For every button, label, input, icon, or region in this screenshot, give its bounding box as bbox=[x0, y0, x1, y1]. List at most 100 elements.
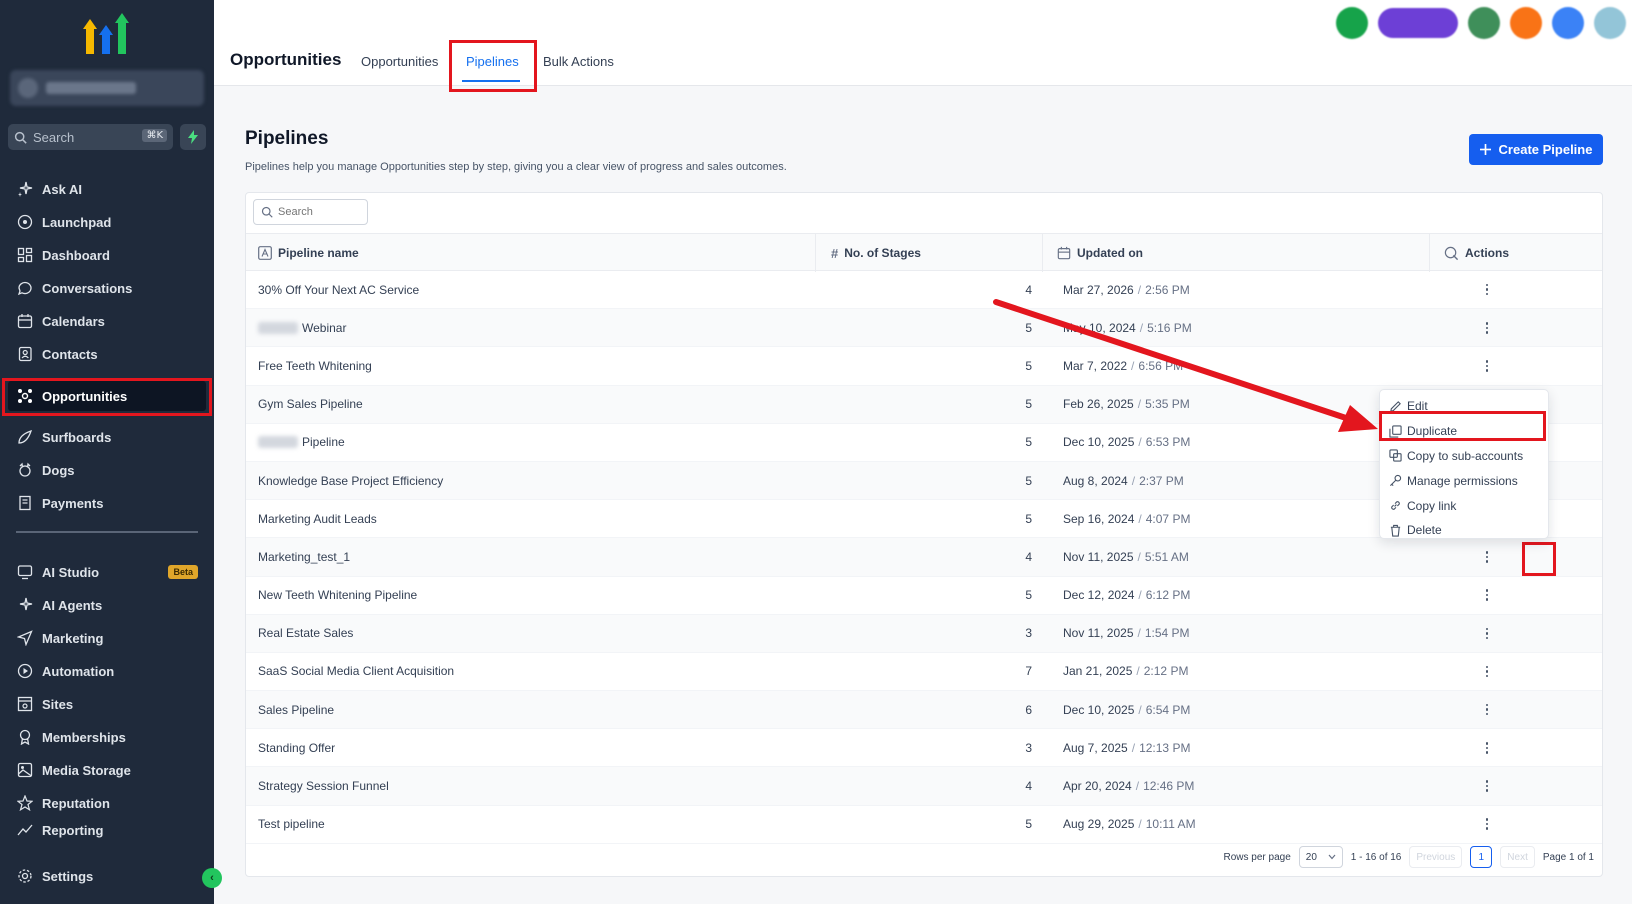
menu-item-delete[interactable]: Delete bbox=[1380, 518, 1548, 543]
more-vertical-icon[interactable] bbox=[1479, 738, 1495, 758]
pipeline-name-cell[interactable]: SaaS Social Media Client Acquisition bbox=[258, 653, 454, 690]
sidebar-item-ai-agents[interactable]: AI Agents bbox=[8, 590, 206, 620]
table-row[interactable]: Sales Pipeline 6 Dec 10, 2025/6:54 PM bbox=[246, 691, 1602, 730]
sites-icon bbox=[16, 695, 34, 713]
pipeline-name-cell[interactable]: Marketing Audit Leads bbox=[258, 500, 377, 537]
more-vertical-icon[interactable] bbox=[1479, 356, 1495, 376]
sidebar-item-sites[interactable]: Sites bbox=[8, 689, 206, 719]
pipeline-name-cell[interactable]: Sales Pipeline bbox=[258, 691, 334, 728]
sidebar-item-reputation[interactable]: Reputation bbox=[8, 788, 206, 818]
avatar[interactable] bbox=[1594, 7, 1626, 39]
table-row[interactable]: Free Teeth Whitening 5 Mar 7, 2022/6:56 PM bbox=[246, 347, 1602, 386]
app-logo[interactable] bbox=[82, 12, 130, 56]
more-vertical-icon[interactable] bbox=[1479, 814, 1495, 834]
pipeline-name-cell[interactable]: Standing Offer bbox=[258, 729, 335, 766]
tab-opportunities[interactable]: Opportunities bbox=[361, 54, 438, 69]
more-vertical-icon[interactable] bbox=[1479, 700, 1495, 720]
date-separator: / bbox=[1137, 549, 1141, 564]
pipeline-name-cell[interactable]: 30% Off Your Next AC Service bbox=[258, 271, 419, 308]
table-row[interactable]: Standing Offer 3 Aug 7, 2025/12:13 PM bbox=[246, 729, 1602, 768]
column-stages[interactable]: # No. of Stages bbox=[831, 234, 921, 272]
current-page-button[interactable]: 1 bbox=[1470, 846, 1493, 868]
more-vertical-icon[interactable] bbox=[1479, 280, 1495, 300]
table-row[interactable]: SaaS Social Media Client Acquisition 7 Jan… bbox=[246, 653, 1602, 692]
sidebar-item-marketing[interactable]: Marketing bbox=[8, 623, 206, 653]
megaphone-icon[interactable] bbox=[1468, 7, 1500, 39]
phone-icon[interactable] bbox=[1336, 7, 1368, 39]
pipeline-name-cell[interactable]: New Teeth Whitening Pipeline bbox=[258, 577, 417, 614]
key-icon bbox=[1389, 475, 1402, 487]
pipeline-name-cell[interactable]: Test pipeline bbox=[258, 806, 325, 843]
pipeline-name-cell[interactable]: Strategy Session Funnel bbox=[258, 767, 389, 804]
sidebar-item-label: AI Studio bbox=[42, 564, 100, 580]
link-icon bbox=[1391, 501, 1400, 510]
table-row[interactable]: Strategy Session Funnel 4 Apr 20, 2024/12:… bbox=[246, 767, 1602, 806]
pipeline-name-cell[interactable]: Free Teeth Whitening bbox=[258, 347, 372, 384]
menu-item-copy-link[interactable]: Copy link bbox=[1380, 493, 1548, 518]
more-vertical-icon[interactable] bbox=[1479, 585, 1495, 605]
stages-cell: 4 bbox=[1025, 779, 1032, 794]
sidebar-item-payments[interactable]: Payments bbox=[8, 488, 206, 518]
more-vertical-icon[interactable] bbox=[1479, 547, 1495, 567]
table-row[interactable]: New Teeth Whitening Pipeline 5 Dec 12, 202… bbox=[246, 577, 1602, 615]
pipeline-name-cell[interactable]: Webinar bbox=[258, 309, 346, 346]
sidebar-item-dashboard[interactable]: Dashboard bbox=[8, 240, 206, 270]
sidebar-item-contacts[interactable]: Contacts bbox=[8, 339, 206, 369]
next-page-button[interactable]: Next bbox=[1500, 846, 1535, 868]
menu-item-copy-to-sub-accounts[interactable]: Copy to sub-accounts bbox=[1380, 444, 1548, 469]
pipeline-name-cell[interactable]: Marketing_test_1 bbox=[258, 538, 350, 575]
table-row[interactable]: Real Estate Sales 3 Nov 11, 2025/1:54 PM bbox=[246, 614, 1602, 653]
top-bar: Opportunities Opportunities Pipelines Bu… bbox=[214, 0, 1632, 92]
pipeline-name-cell[interactable]: Knowledge Base Project Efficiency bbox=[258, 462, 443, 499]
help-icon[interactable] bbox=[1552, 7, 1584, 39]
create-pipeline-button[interactable]: Create Pipeline bbox=[1469, 134, 1603, 165]
table-row[interactable]: Webinar 5 May 10, 2024/5:16 PM bbox=[246, 309, 1602, 348]
sidebar-item-launchpad[interactable]: Launchpad bbox=[8, 207, 206, 237]
tab-bulk-actions[interactable]: Bulk Actions bbox=[543, 54, 614, 69]
sidebar-item-label: Contacts bbox=[42, 346, 98, 362]
updated-time: 12:13 PM bbox=[1139, 740, 1191, 755]
sidebar-item-dogs[interactable]: Dogs bbox=[8, 455, 206, 485]
row-actions-cell bbox=[1472, 577, 1502, 614]
more-vertical-icon[interactable] bbox=[1479, 661, 1495, 681]
menu-item-manage-permissions[interactable]: Manage permissions bbox=[1380, 468, 1548, 493]
quick-action-button[interactable] bbox=[180, 124, 206, 150]
previous-page-button[interactable]: Previous bbox=[1409, 846, 1463, 868]
sidebar-item-ask-ai[interactable]: Ask AI bbox=[8, 174, 206, 204]
sidebar-item-memberships[interactable]: Memberships bbox=[8, 722, 206, 752]
sidebar-item-calendars[interactable]: Calendars bbox=[8, 306, 206, 336]
notification-icon[interactable] bbox=[1510, 7, 1542, 39]
sidebar-item-conversations[interactable]: Conversations bbox=[8, 273, 206, 303]
pipeline-name-cell[interactable]: Real Estate Sales bbox=[258, 615, 353, 652]
table-search[interactable] bbox=[253, 199, 368, 225]
sidebar-item-media-storage[interactable]: Media Storage bbox=[8, 755, 206, 785]
more-vertical-icon[interactable] bbox=[1479, 776, 1495, 796]
more-vertical-icon[interactable] bbox=[1479, 318, 1495, 338]
account-switcher[interactable] bbox=[10, 70, 204, 106]
dog-icon bbox=[16, 461, 34, 479]
row-actions-cell bbox=[1472, 615, 1502, 652]
column-pipeline-name[interactable]: Pipeline name bbox=[258, 234, 359, 272]
sidebar-item-surfboards[interactable]: Surfboards bbox=[8, 422, 206, 452]
column-divider bbox=[1042, 234, 1043, 272]
sidebar-item-settings[interactable]: Settings bbox=[8, 861, 206, 891]
column-label: Updated on bbox=[1077, 246, 1143, 260]
highlight-box-row-actions bbox=[1522, 542, 1556, 576]
sidebar-search[interactable]: Search ⌘K bbox=[8, 124, 173, 150]
pipeline-name-cell[interactable]: Pipeline bbox=[258, 424, 345, 461]
ask-ai-pill-button[interactable] bbox=[1378, 8, 1458, 38]
table-search-input[interactable] bbox=[278, 206, 358, 218]
table-row[interactable]: Test pipeline 5 Aug 29, 2025/10:11 AM bbox=[246, 806, 1602, 844]
table-row[interactable]: Marketing_test_1 4 Nov 11, 2025/5:51 AM bbox=[246, 538, 1602, 577]
updated-date: Aug 8, 2024 bbox=[1063, 473, 1128, 488]
rows-per-page-select[interactable]: 20 bbox=[1298, 846, 1343, 868]
collapse-sidebar-button[interactable]: ‹ bbox=[202, 868, 222, 888]
more-vertical-icon[interactable] bbox=[1479, 623, 1495, 643]
column-updated-on[interactable]: Updated on bbox=[1057, 234, 1143, 272]
gear-icon bbox=[16, 867, 34, 885]
sidebar-item-automation[interactable]: Automation bbox=[8, 656, 206, 686]
sidebar-item-ai-studio[interactable]: AI Studio Beta bbox=[8, 557, 206, 587]
sidebar-item-reporting[interactable]: Reporting bbox=[8, 821, 206, 839]
pipeline-name-cell[interactable]: Gym Sales Pipeline bbox=[258, 386, 363, 423]
table-row[interactable]: 30% Off Your Next AC Service 4 Mar 27, 202… bbox=[246, 271, 1602, 310]
